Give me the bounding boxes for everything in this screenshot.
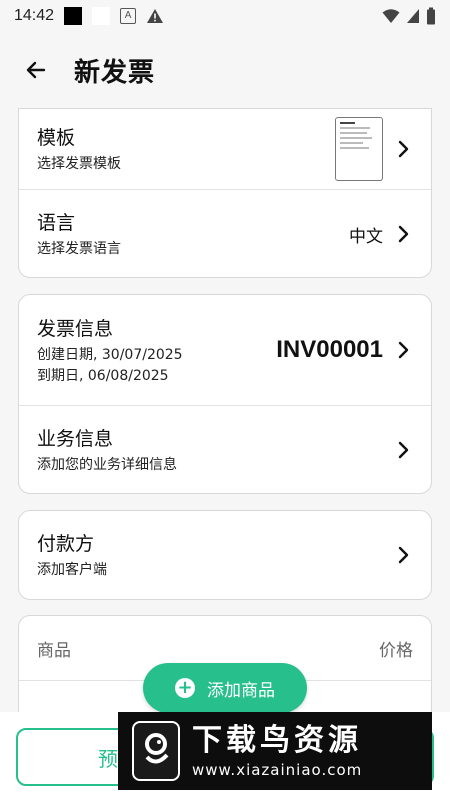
invoice-info-row[interactable]: 发票信息 创建日期, 30/07/2025 到期日, 06/08/2025 IN… — [19, 295, 431, 405]
battery-icon — [427, 7, 435, 25]
invoice-number: INV00001 — [276, 336, 383, 363]
payer-row[interactable]: 付款方 添加客户端 — [19, 511, 431, 599]
invoice-due-date: 到期日, 06/08/2025 — [37, 367, 169, 384]
watermark-title: 下载鸟资源 — [192, 723, 362, 758]
status-time: 14:42 — [14, 7, 55, 24]
template-thumbnail — [335, 117, 383, 181]
invoice-info-title: 发票信息 — [37, 317, 114, 340]
language-title: 语言 — [37, 212, 76, 234]
back-button[interactable] — [18, 52, 54, 88]
add-product-button[interactable]: + 添加商品 — [143, 663, 307, 713]
template-row[interactable]: 模板 选择发票模板 — [19, 109, 431, 189]
template-language-card: 模板 选择发票模板 语言 选择发票语言 中文 — [18, 108, 432, 278]
arrow-left-icon — [26, 61, 46, 79]
payer-subtitle: 添加客户端 — [37, 562, 107, 578]
chevron-right-icon — [393, 440, 413, 460]
invoice-business-card: 发票信息 创建日期, 30/07/2025 到期日, 06/08/2025 IN… — [18, 294, 432, 494]
cellular-signal-icon — [407, 9, 419, 23]
plus-icon: + — [175, 678, 195, 698]
chevron-right-icon — [393, 545, 413, 565]
business-info-row[interactable]: 业务信息 添加您的业务详细信息 — [19, 405, 431, 493]
business-info-title: 业务信息 — [37, 428, 114, 450]
chevron-right-icon — [393, 139, 413, 159]
app-bar: 新发票 — [0, 40, 450, 100]
notification-black-square-icon — [64, 7, 83, 25]
page-title: 新发票 — [74, 57, 156, 88]
status-right-icons — [382, 7, 436, 25]
template-title: 模板 — [37, 127, 76, 149]
warning-icon — [147, 9, 164, 23]
add-product-label: 添加商品 — [207, 680, 275, 701]
chevron-right-icon — [393, 224, 413, 244]
business-info-subtitle: 添加您的业务详细信息 — [37, 457, 177, 473]
watermark-url: www.xiazainiao.com — [192, 761, 363, 779]
language-value: 中文 — [349, 226, 383, 247]
notification-white-square-icon — [92, 7, 111, 25]
preview-button-label: 预 — [98, 746, 118, 771]
a-notification-icon: A — [120, 8, 137, 24]
price-column-label: 价格 — [379, 640, 413, 661]
goods-column-label: 商品 — [37, 640, 71, 661]
template-subtitle: 选择发票模板 — [37, 156, 121, 172]
language-subtitle: 选择发票语言 — [37, 241, 121, 257]
bird-logo-icon — [132, 721, 180, 781]
payer-title: 付款方 — [37, 533, 95, 555]
chevron-right-icon — [393, 340, 413, 360]
wifi-icon — [382, 9, 400, 23]
watermark-banner: 下载鸟资源 www.xiazainiao.com — [118, 712, 432, 790]
invoice-created-date: 创建日期, 30/07/2025 — [37, 346, 183, 363]
status-bar: 14:42 A — [0, 0, 450, 32]
language-row[interactable]: 语言 选择发票语言 中文 — [19, 189, 431, 277]
payer-card: 付款方 添加客户端 — [18, 510, 432, 600]
